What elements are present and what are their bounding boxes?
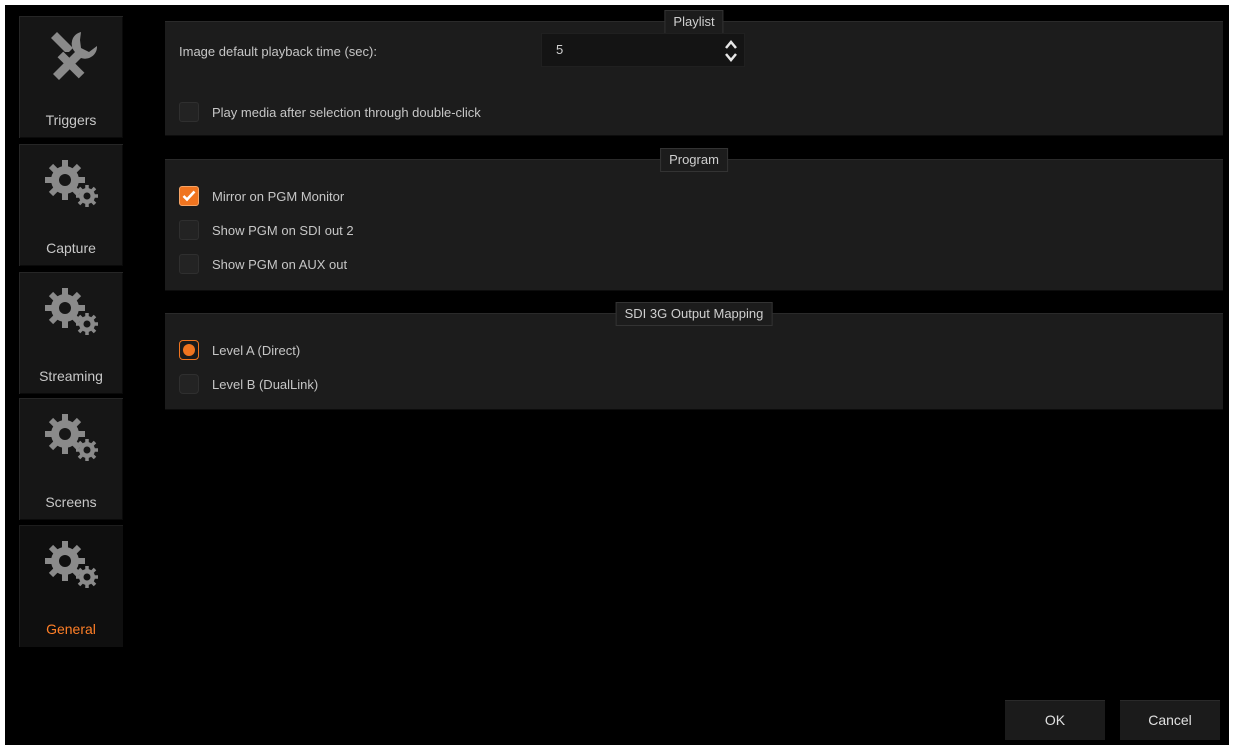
- pgm-aux-out-checkbox[interactable]: [179, 254, 199, 274]
- level-b-radio[interactable]: [179, 374, 199, 394]
- checkmark-icon: [182, 190, 196, 202]
- playlist-group: Playlist Image default playback time (se…: [165, 10, 1223, 135]
- gears-icon: [45, 288, 98, 335]
- pgm-sdi-out2-checkbox[interactable]: [179, 220, 199, 240]
- program-group: Program Mirror on PGM Monitor Show PGM o…: [165, 148, 1223, 290]
- gears-icon: [45, 160, 98, 207]
- level-a-row[interactable]: Level A (Direct): [179, 339, 300, 361]
- level-b-row[interactable]: Level B (DualLink): [179, 373, 318, 395]
- playback-time-row: Image default playback time (sec):: [179, 40, 377, 62]
- pgm-aux-out-label: Show PGM on AUX out: [212, 256, 348, 272]
- sidebar-item-screens[interactable]: Screens: [19, 398, 123, 520]
- playlist-group-title: Playlist: [664, 10, 724, 34]
- play-on-doubleclick-row[interactable]: Play media after selection through doubl…: [179, 101, 481, 123]
- mirror-pgm-checkbox[interactable]: [179, 186, 199, 206]
- playback-time-label: Image default playback time (sec):: [179, 43, 377, 59]
- playback-time-spinbox[interactable]: 5: [541, 33, 745, 67]
- play-on-doubleclick-label: Play media after selection through doubl…: [212, 104, 481, 120]
- up-down-arrows-icon[interactable]: [724, 39, 738, 63]
- ok-button[interactable]: OK: [1005, 700, 1105, 740]
- pgm-aux-out-row[interactable]: Show PGM on AUX out: [179, 253, 347, 275]
- sidebar-label-screens: Screens: [45, 494, 97, 510]
- program-group-title: Program: [660, 148, 728, 172]
- playback-time-value[interactable]: 5: [556, 34, 563, 66]
- gears-icon: [45, 541, 98, 588]
- level-a-label: Level A (Direct): [212, 342, 301, 358]
- pgm-sdi-out2-row[interactable]: Show PGM on SDI out 2: [179, 219, 354, 241]
- sidebar-label-capture: Capture: [46, 240, 96, 256]
- mirror-pgm-row[interactable]: Mirror on PGM Monitor: [179, 185, 344, 207]
- play-on-doubleclick-checkbox[interactable]: [179, 102, 199, 122]
- sidebar-item-general[interactable]: General: [19, 525, 123, 647]
- sidebar-label-general: General: [46, 621, 96, 637]
- gears-icon: [45, 414, 98, 461]
- radio-selected-dot: [183, 344, 195, 356]
- tools-icon: [51, 32, 98, 80]
- sidebar-label-streaming: Streaming: [39, 368, 103, 384]
- sdi-mapping-group: SDI 3G Output Mapping Level A (Direct) L…: [165, 302, 1223, 409]
- sidebar-item-triggers[interactable]: Triggers: [19, 16, 123, 138]
- cancel-button[interactable]: Cancel: [1120, 700, 1220, 740]
- pgm-sdi-out2-label: Show PGM on SDI out 2: [212, 222, 354, 238]
- sidebar-item-streaming[interactable]: Streaming: [19, 272, 123, 394]
- level-a-radio[interactable]: [179, 340, 199, 360]
- mirror-pgm-label: Mirror on PGM Monitor: [212, 188, 345, 204]
- sidebar-label-triggers: Triggers: [45, 112, 97, 128]
- sdi-mapping-group-title: SDI 3G Output Mapping: [615, 302, 773, 326]
- sidebar-item-capture[interactable]: Capture: [19, 144, 123, 266]
- level-b-label: Level B (DualLink): [212, 376, 319, 392]
- settings-window: Triggers Capture Streaming Screens Gener…: [5, 5, 1229, 745]
